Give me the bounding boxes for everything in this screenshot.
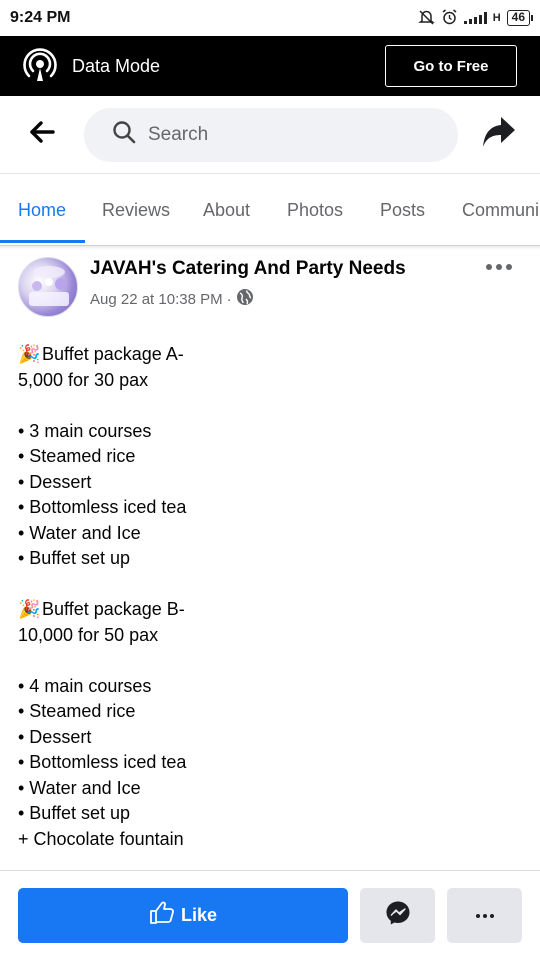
alarm-icon <box>441 8 458 28</box>
post-body: 🎉Buffet package A- 5,000 for 30 pax • 3 … <box>18 342 518 852</box>
post-line: + Chocolate fountain <box>18 828 184 849</box>
tab-about[interactable]: About <box>203 174 250 245</box>
share-icon <box>481 115 517 154</box>
post-line: 5,000 for 30 pax <box>18 369 149 390</box>
post-line: • Bottomless iced tea <box>18 752 187 772</box>
broadcast-icon <box>22 48 58 84</box>
back-button[interactable] <box>0 96 84 174</box>
more-options-button[interactable] <box>447 888 522 943</box>
post-line: • Steamed rice <box>18 701 136 721</box>
post-line: • Dessert <box>18 471 92 492</box>
post-header: JAVAH's Catering And Party Needs Aug 22 … <box>0 250 540 330</box>
tab-reviews[interactable]: Reviews <box>102 174 170 245</box>
page-tabs: Home Reviews About Photos Posts Communi <box>0 174 540 246</box>
messenger-icon <box>385 900 411 931</box>
globe-icon <box>236 288 254 310</box>
battery-indicator: 46 <box>506 10 534 26</box>
status-time: 9:24 PM <box>10 9 71 26</box>
page-avatar[interactable] <box>18 257 78 317</box>
post-more-button[interactable] <box>486 264 512 270</box>
data-mode-label: Data Mode <box>72 55 161 76</box>
post-line: • Dessert <box>18 726 92 747</box>
top-nav-bar: Search <box>0 96 540 174</box>
like-label: Like <box>180 905 218 925</box>
tab-community[interactable]: Communi <box>462 174 539 245</box>
post-line: • 3 main courses <box>18 420 152 441</box>
post-meta: Aug 22 at 10:38 PM · <box>90 288 254 310</box>
post-line: • Bottomless iced tea <box>18 497 187 517</box>
post-line: • 4 main courses <box>18 675 152 696</box>
post-line: • Water and Ice <box>18 777 141 798</box>
post-author[interactable]: JAVAH's Catering And Party Needs <box>90 258 406 280</box>
search-input[interactable]: Search <box>148 124 208 146</box>
messenger-button[interactable] <box>360 888 435 943</box>
post-line: 🎉Buffet package A- <box>18 342 518 368</box>
post-line: • Buffet set up <box>18 548 131 568</box>
signal-icon <box>463 12 487 24</box>
post-line: 🎉Buffet package B- <box>18 597 518 623</box>
post-line: 10,000 for 50 pax <box>18 624 159 645</box>
search-bar[interactable]: Search <box>84 107 458 162</box>
tab-photos[interactable]: Photos <box>287 174 343 245</box>
action-bar: Like <box>0 870 540 960</box>
meta-separator: · <box>226 290 232 308</box>
status-icons: H 46 <box>417 8 534 28</box>
party-popper-icon: 🎉 <box>18 344 41 364</box>
share-button[interactable] <box>458 96 540 174</box>
post-line: • Buffet set up <box>18 803 131 823</box>
data-mode-bar: Data Mode Go to Free <box>0 36 540 96</box>
status-bar: 9:24 PM H 46 <box>0 0 540 36</box>
post-line: • Steamed rice <box>18 446 136 466</box>
notifications-off-icon <box>417 9 435 28</box>
post-timestamp[interactable]: Aug 22 at 10:38 PM <box>90 291 223 308</box>
tab-home[interactable]: Home <box>18 174 66 245</box>
post-line: • Water and Ice <box>18 522 141 543</box>
network-type: H <box>492 12 501 24</box>
tab-posts[interactable]: Posts <box>380 174 425 245</box>
party-popper-icon: 🎉 <box>18 599 41 619</box>
thumbs-up-icon <box>149 901 175 930</box>
search-icon <box>112 120 136 149</box>
active-tab-indicator <box>0 240 85 243</box>
like-button[interactable]: Like <box>18 888 348 943</box>
back-arrow-icon <box>29 121 55 148</box>
go-to-free-button[interactable]: Go to Free <box>385 45 517 87</box>
